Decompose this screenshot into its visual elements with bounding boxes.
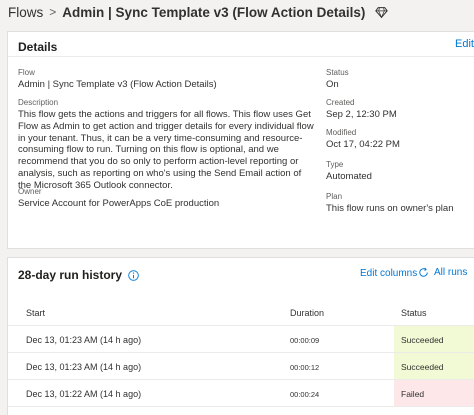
table-row[interactable]: Dec 13, 01:23 AM (14 h ago) 00:00:12 Suc…	[8, 353, 474, 380]
run-status: Succeeded	[401, 335, 444, 345]
run-status: Failed	[401, 389, 425, 399]
edit-details-button[interactable]: Edit	[455, 38, 474, 50]
table-row[interactable]: Dec 13, 01:22 AM (14 h ago) 00:00:24 Fai…	[8, 380, 474, 407]
status-label: Status	[326, 68, 349, 77]
plan-field: Plan This flow runs on owner's plan	[326, 192, 454, 215]
status-value: On	[326, 79, 339, 90]
details-divider	[8, 56, 474, 57]
refresh-icon	[419, 267, 428, 277]
description-value: This flow gets the actions and triggers …	[18, 109, 314, 191]
column-header-start[interactable]: Start	[26, 308, 45, 318]
details-card: Details Edit Flow Admin | Sync Template …	[8, 32, 474, 248]
description-field: Description This flow gets the actions a…	[18, 98, 316, 192]
run-start[interactable]: Dec 13, 01:23 AM (14 h ago)	[26, 335, 141, 345]
created-value: Sep 2, 12:30 PM	[326, 109, 397, 120]
owner-value: Service Account for PowerApps CoE produc…	[18, 198, 220, 209]
owner-label: Owner	[18, 187, 42, 196]
flow-value: Admin | Sync Template v3 (Flow Action De…	[18, 79, 217, 90]
diamond-icon	[375, 6, 389, 18]
modified-label: Modified	[326, 128, 357, 137]
plan-label: Plan	[326, 192, 343, 201]
all-runs-button[interactable]: All runs	[418, 267, 467, 278]
run-duration: 00:00:09	[290, 336, 320, 345]
run-status: Succeeded	[401, 362, 444, 372]
breadcrumb: Flows > Admin | Sync Template v3 (Flow A…	[8, 0, 389, 24]
info-icon[interactable]	[128, 269, 139, 281]
details-title: Details	[18, 40, 58, 54]
run-history-table: Start Duration Status Dec 13, 01:23 AM (…	[8, 300, 474, 407]
run-history-header: 28-day run history	[18, 268, 139, 282]
all-runs-label: All runs	[434, 267, 468, 278]
run-history-title: 28-day run history	[18, 268, 123, 282]
run-history-card: 28-day run history Edit columns All runs…	[8, 258, 474, 415]
table-row[interactable]: Dec 13, 01:23 AM (14 h ago) 00:00:09 Suc…	[8, 326, 474, 353]
run-status-cell: Succeeded	[394, 353, 474, 379]
status-field: Status On	[326, 68, 349, 91]
run-start[interactable]: Dec 13, 01:22 AM (14 h ago)	[26, 389, 141, 399]
run-start[interactable]: Dec 13, 01:23 AM (14 h ago)	[26, 362, 141, 372]
created-label: Created	[326, 98, 355, 107]
edit-columns-button[interactable]: Edit columns	[360, 268, 417, 279]
page-title: Admin | Sync Template v3 (Flow Action De…	[62, 4, 366, 20]
run-duration: 00:00:24	[290, 390, 320, 399]
modified-value: Oct 17, 04:22 PM	[326, 139, 400, 150]
run-status-cell: Succeeded	[394, 326, 474, 352]
run-duration: 00:00:12	[290, 363, 320, 372]
modified-field: Modified Oct 17, 04:22 PM	[326, 128, 400, 151]
breadcrumb-separator: >	[49, 5, 57, 19]
description-label: Description	[18, 98, 59, 107]
run-status-cell: Failed	[394, 380, 474, 406]
plan-value: This flow runs on owner's plan	[326, 203, 454, 214]
type-label: Type	[326, 160, 344, 169]
owner-field: Owner Service Account for PowerApps CoE …	[18, 187, 219, 210]
type-value: Automated	[326, 171, 372, 182]
table-header: Start Duration Status	[8, 300, 474, 326]
column-header-duration[interactable]: Duration	[290, 308, 324, 318]
column-header-status[interactable]: Status	[401, 308, 427, 318]
type-field: Type Automated	[326, 160, 372, 183]
flow-label: Flow	[18, 68, 35, 77]
breadcrumb-flows-link[interactable]: Flows	[8, 5, 43, 20]
flow-field: Flow Admin | Sync Template v3 (Flow Acti…	[18, 68, 217, 91]
created-field: Created Sep 2, 12:30 PM	[326, 98, 397, 121]
